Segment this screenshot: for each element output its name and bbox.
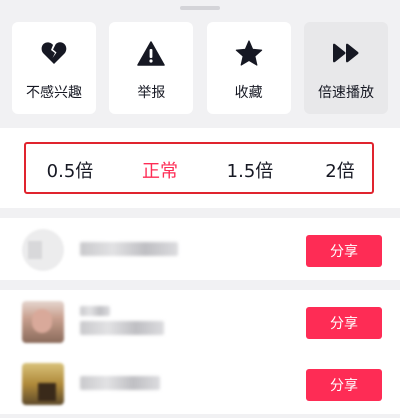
speed-option-normal[interactable]: 正常 (142, 157, 178, 183)
avatar (22, 363, 64, 405)
share-row: 分享 (0, 352, 400, 414)
speed-option-2x[interactable]: 2倍 (325, 157, 354, 183)
speed-option-0.5x[interactable]: 0.5倍 (47, 157, 94, 183)
speed-panel: 0.5倍 正常 1.5倍 2倍 (0, 128, 400, 208)
blurred-subtitle (80, 321, 164, 335)
share-button[interactable]: 分享 (306, 235, 382, 267)
playback-speed-button[interactable]: 倍速播放 (303, 22, 388, 114)
not-interested-label: 不感兴趣 (26, 85, 82, 101)
share-button[interactable]: 分享 (306, 369, 382, 401)
drag-handle[interactable] (180, 6, 220, 10)
warning-icon (136, 38, 166, 68)
star-icon (234, 38, 264, 68)
action-bar: 不感兴趣 举报 收藏 倍速播放 (0, 22, 400, 114)
broken-heart-icon (39, 38, 69, 68)
report-label: 举报 (137, 85, 166, 101)
blurred-name (80, 306, 110, 316)
speed-option-1.5x[interactable]: 1.5倍 (227, 157, 274, 183)
fast-forward-icon (331, 38, 361, 68)
share-row: 分享 (0, 218, 400, 280)
avatar (22, 301, 64, 343)
blurred-name (80, 242, 178, 256)
speed-options-highlight: 0.5倍 正常 1.5倍 2倍 (24, 142, 374, 194)
favorite-button[interactable]: 收藏 (206, 22, 291, 114)
avatar (22, 229, 64, 271)
playback-speed-label: 倍速播放 (317, 85, 374, 101)
not-interested-button[interactable]: 不感兴趣 (12, 22, 96, 114)
share-button[interactable]: 分享 (306, 307, 382, 339)
share-row: 分享 (0, 290, 400, 352)
blurred-name (80, 376, 160, 390)
report-button[interactable]: 举报 (109, 22, 194, 114)
favorite-label: 收藏 (234, 85, 263, 101)
